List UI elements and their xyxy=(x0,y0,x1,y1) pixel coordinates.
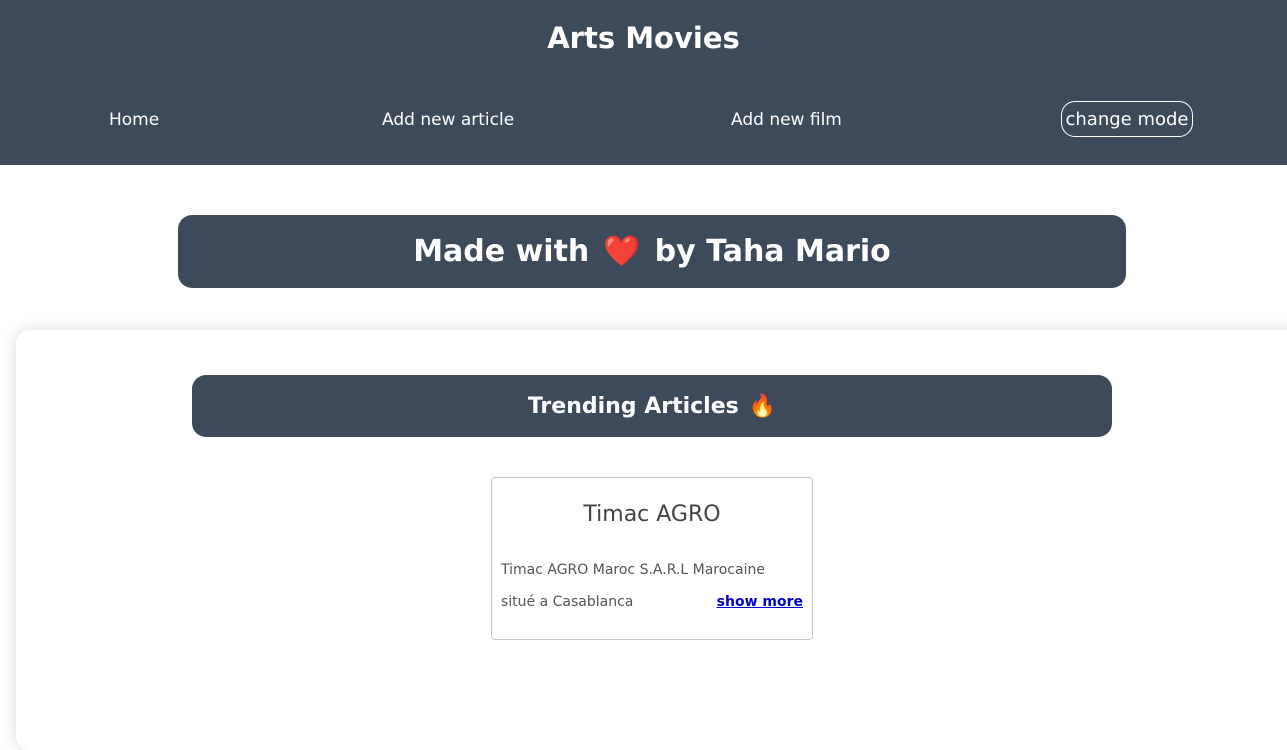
heart-icon: ❤️ xyxy=(603,234,641,269)
site-title: Arts Movies xyxy=(547,21,740,55)
article-card: Timac AGRO Timac AGRO Maroc S.A.R.L Maro… xyxy=(491,477,813,640)
trending-title: Trending Articles xyxy=(527,393,739,419)
trending-header: Trending Articles 🔥 xyxy=(192,375,1112,437)
site-header: Arts Movies Home Add new article Add new… xyxy=(0,0,1287,165)
nav-home[interactable]: Home xyxy=(109,108,159,132)
credits-banner: Made with ❤️ by Taha Mario xyxy=(178,215,1126,288)
banner-text-after: by Taha Mario xyxy=(654,234,891,269)
show-more-link[interactable]: show more xyxy=(717,586,803,618)
nav-add-film[interactable]: Add new film xyxy=(731,108,842,132)
change-mode-button[interactable]: change mode xyxy=(1061,101,1193,137)
fire-icon: 🔥 xyxy=(748,393,777,419)
article-title: Timac AGRO xyxy=(583,502,721,527)
banner-text-before: Made with xyxy=(413,234,590,269)
nav-add-article[interactable]: Add new article xyxy=(382,108,514,132)
